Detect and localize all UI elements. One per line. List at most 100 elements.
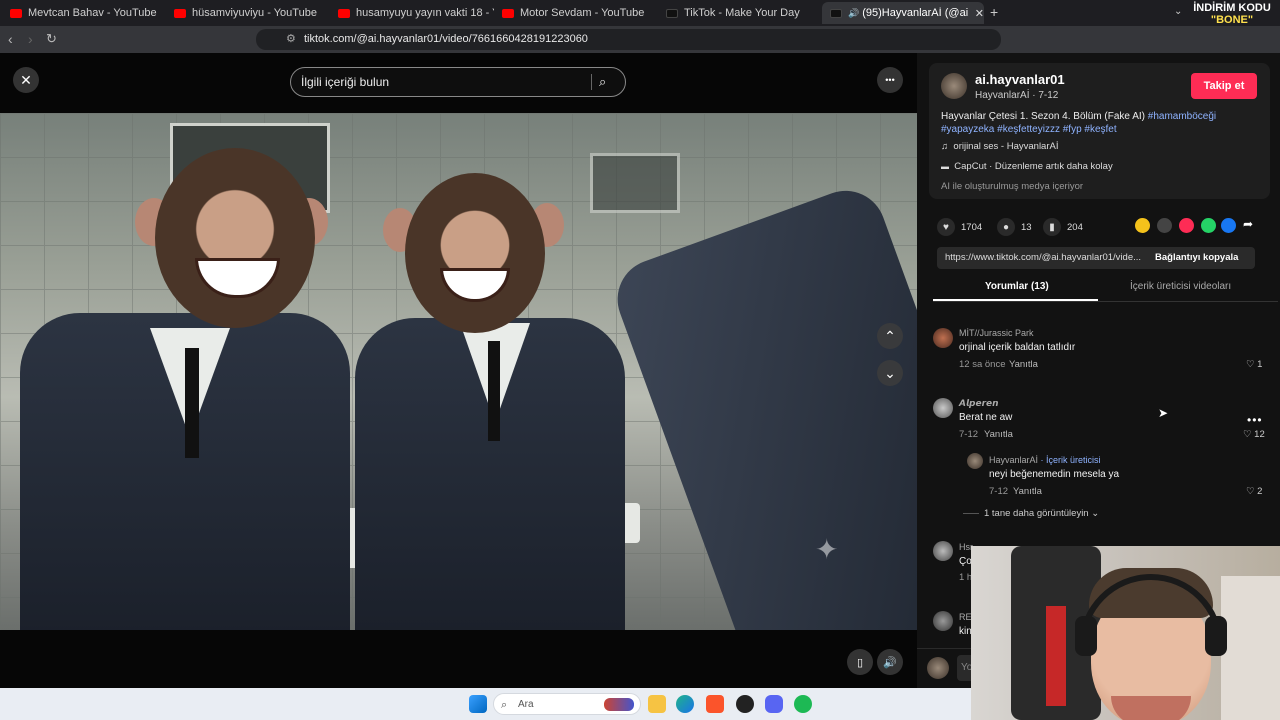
reply-button[interactable]: Yanıtla bbox=[984, 429, 1013, 440]
heart-icon: ♥ bbox=[937, 218, 955, 236]
comment-text: neyi beğenemedin mesela ya bbox=[989, 469, 1120, 480]
avatar[interactable] bbox=[933, 398, 953, 418]
close-tab-icon[interactable]: ✕ bbox=[975, 7, 984, 20]
facebook-icon[interactable] bbox=[1221, 218, 1236, 233]
tab-creator-videos[interactable]: İçerik üreticisi videoları bbox=[1130, 281, 1231, 292]
close-icon[interactable]: ✕ bbox=[13, 67, 39, 93]
tiktok-icon bbox=[666, 8, 678, 18]
file-explorer-icon[interactable] bbox=[648, 695, 666, 713]
volume-icon[interactable]: 🔊 bbox=[877, 649, 903, 675]
site-info-icon[interactable]: ⚙ bbox=[286, 29, 296, 50]
tab-list-icon[interactable]: ⌄ bbox=[1174, 6, 1182, 17]
tiktok-icon bbox=[830, 8, 842, 18]
next-video-button[interactable]: ⌄ bbox=[877, 360, 903, 386]
comment-text: orjinal içerik baldan tatlıdır bbox=[959, 342, 1076, 353]
music-note-icon: ♫ bbox=[941, 141, 949, 152]
creator-username[interactable]: ai.hayvanlar01 bbox=[975, 72, 1065, 87]
comment-stat[interactable]: ● 13 bbox=[997, 218, 1032, 236]
app-icon[interactable] bbox=[736, 695, 754, 713]
search-input[interactable]: İlgili içeriği bulun ⌕ bbox=[290, 67, 626, 97]
send-icon[interactable] bbox=[1179, 218, 1194, 233]
caption: Hayvanlar Çetesi 1. Sezon 4. Bölüm (Fake… bbox=[941, 111, 1217, 135]
speaker-icon: 🔊 bbox=[848, 7, 860, 18]
search-icon[interactable]: ⌕ bbox=[599, 68, 606, 96]
video-player-area: ✕ İlgili içeriği bulun ⌕ ••• ✦ ⌃ ⌄ ▯ 🔊 bbox=[0, 53, 917, 688]
report-icon[interactable]: ▯ bbox=[847, 649, 873, 675]
comment-more-icon[interactable]: ••• bbox=[1247, 413, 1263, 427]
coin-share-icon[interactable] bbox=[1135, 218, 1150, 233]
save-stat[interactable]: ▮ 204 bbox=[1043, 218, 1083, 236]
avatar[interactable] bbox=[933, 328, 953, 348]
browser-tab[interactable]: TikTok - Make Your Day bbox=[658, 2, 822, 24]
search-icon: ⌕ bbox=[501, 699, 508, 711]
comment-user[interactable]: MİT//Jurassic Park bbox=[959, 328, 1034, 338]
creator-display-line: HayvanlarAİ · 7-12 bbox=[975, 90, 1059, 101]
browser-tab[interactable]: hüsamviyuviyu - YouTube bbox=[166, 2, 330, 24]
whatsapp-icon[interactable] bbox=[1201, 218, 1216, 233]
comment-text: kin bbox=[959, 626, 972, 637]
comment-like[interactable]: ♡ 12 bbox=[1243, 429, 1265, 440]
creator-avatar[interactable] bbox=[941, 73, 967, 99]
edge-icon[interactable] bbox=[676, 695, 694, 713]
chevron-down-icon: ⌄ bbox=[1091, 508, 1100, 519]
capcut-icon: ▬ bbox=[941, 162, 949, 171]
comment-user[interactable]: RE bbox=[959, 612, 972, 622]
previous-video-button[interactable]: ⌃ bbox=[877, 323, 903, 349]
discord-icon[interactable] bbox=[765, 695, 783, 713]
youtube-icon bbox=[502, 8, 514, 18]
brave-icon[interactable] bbox=[706, 695, 724, 713]
post-info-card: ai.hayvanlar01 HayvanlarAİ · 7-12 Takip … bbox=[929, 63, 1270, 199]
ai-content-note: AI ile oluşturulmuş medya içeriyor bbox=[941, 181, 1084, 192]
webcam-overlay bbox=[971, 546, 1280, 720]
capcut-row[interactable]: ▬ CapCut · Düzenleme artık daha kolay bbox=[941, 161, 1113, 172]
link-field[interactable]: https://www.tiktok.com/@ai.hayvanlar01/v… bbox=[937, 247, 1255, 269]
start-icon[interactable] bbox=[469, 695, 487, 713]
comment-text: Ço bbox=[959, 556, 972, 567]
heart-outline-icon: ♡ bbox=[1246, 359, 1255, 370]
embed-icon[interactable] bbox=[1157, 218, 1172, 233]
browser-tab[interactable]: Motor Sevdam - YouTube bbox=[494, 2, 658, 24]
more-options-button[interactable]: ••• bbox=[877, 67, 903, 93]
browser-tab[interactable]: Mevtcan Bahav - YouTube bbox=[2, 2, 165, 24]
view-more-replies[interactable]: 1 tane daha görüntüleyin ⌄ bbox=[984, 508, 1099, 519]
copy-link-button[interactable]: Bağlantıyı kopyala bbox=[1155, 247, 1238, 269]
spotify-icon[interactable] bbox=[794, 695, 812, 713]
avatar[interactable] bbox=[933, 541, 953, 561]
heart-outline-icon: ♡ bbox=[1246, 486, 1255, 497]
avatar[interactable] bbox=[967, 453, 983, 469]
forward-icon[interactable]: › bbox=[28, 31, 33, 47]
url-field[interactable]: ⚙ tiktok.com/@ai.hayvanlar01/video/76616… bbox=[256, 29, 1001, 50]
comment-user[interactable]: 𝘼𝙡𝙥𝙚𝙧𝙚𝙣 bbox=[959, 398, 999, 409]
mouse-cursor-icon: ➤ bbox=[1158, 406, 1169, 420]
reply-button[interactable]: Yanıtla bbox=[1009, 359, 1038, 370]
avatar[interactable] bbox=[933, 611, 953, 631]
windows-taskbar: ⌕ Ara bbox=[0, 688, 971, 720]
reply-button[interactable]: Yanıtla bbox=[1013, 486, 1042, 497]
video-frame[interactable]: ✦ bbox=[0, 113, 917, 630]
back-icon[interactable]: ‹ bbox=[8, 31, 13, 47]
comment-like[interactable]: ♡ 1 bbox=[1246, 359, 1262, 370]
comment-icon: ● bbox=[997, 218, 1015, 236]
comment-like[interactable]: ♡ 2 bbox=[1246, 486, 1262, 497]
sound-row[interactable]: ♫ orijinal ses - HayvanlarAİ bbox=[941, 141, 1058, 152]
new-tab-button[interactable]: + bbox=[990, 4, 998, 20]
browser-tab-active[interactable]: 🔊(95)HayvanlarAİ (@ai.hayvanl...✕ bbox=[822, 2, 984, 24]
comment-input[interactable]: Yo bbox=[957, 655, 972, 681]
comment-user[interactable]: HayvanlarAİ · İçerik üreticisi bbox=[989, 455, 1101, 465]
youtube-icon bbox=[10, 8, 22, 18]
taskbar-search[interactable]: ⌕ Ara bbox=[493, 693, 641, 715]
browser-tab-bar: Mevtcan Bahav - YouTube hüsamviyuviyu - … bbox=[0, 0, 1280, 26]
like-stat[interactable]: ♥ 1704 bbox=[937, 218, 982, 236]
comment-time: 7-12 bbox=[959, 429, 979, 440]
share-arrow-icon[interactable]: ➦ bbox=[1243, 217, 1253, 231]
chimp-head-left bbox=[155, 148, 315, 328]
mirror bbox=[590, 153, 680, 213]
youtube-icon bbox=[338, 8, 350, 18]
tab-comments[interactable]: Yorumlar (13) bbox=[985, 281, 1049, 292]
reload-icon[interactable]: ↻ bbox=[46, 31, 57, 47]
browser-tab[interactable]: husamyuyu yayın vakti 18 - YouTube bbox=[330, 2, 494, 24]
comment-time: 12 sa önce bbox=[959, 359, 1006, 370]
follow-button[interactable]: Takip et bbox=[1191, 73, 1257, 99]
youtube-icon bbox=[174, 8, 186, 18]
ai-watermark-icon: ✦ bbox=[815, 534, 839, 565]
